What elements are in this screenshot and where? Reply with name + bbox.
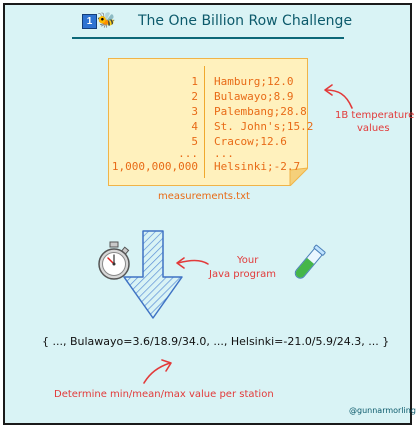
row-value: Helsinki;-2.7 xyxy=(214,160,301,173)
result-output: { ..., Bulawayo=3.6/18.9/34.0, ..., Hels… xyxy=(42,335,390,348)
file-name-label: measurements.txt xyxy=(158,191,250,202)
page-title: The One Billion Row Challenge xyxy=(138,13,353,29)
row-number: 1,000,000,000 xyxy=(111,160,198,173)
author-credit: @gunnarmorling xyxy=(349,406,416,415)
annotation-arrow-icon xyxy=(324,84,353,109)
bee-icon: 🐝 xyxy=(97,11,116,29)
down-arrow-icon xyxy=(123,230,183,319)
row-value: ... xyxy=(214,147,234,160)
row-value: St. John's;15.2 xyxy=(214,120,314,133)
determine-arrow-icon xyxy=(143,359,172,384)
row-number: 3 xyxy=(191,105,198,118)
row-number: 4 xyxy=(191,120,198,133)
title-underline xyxy=(72,37,344,39)
row-number: 2 xyxy=(191,90,198,103)
temperature-annotation-line2: values xyxy=(357,123,390,134)
row-value: Palembang;28.8 xyxy=(214,105,307,118)
row-number: 1 xyxy=(191,75,198,88)
program-arrow-icon xyxy=(176,257,209,269)
program-annotation-line1: Your xyxy=(237,255,259,266)
row-number: ... xyxy=(178,147,198,160)
determine-annotation: Determine min/mean/max value per station xyxy=(54,389,274,400)
row-value: Hamburg;12.0 xyxy=(214,75,294,88)
number-one-icon: 1 xyxy=(82,14,97,29)
test-tube-icon xyxy=(294,244,326,279)
program-annotation-line2: Java program xyxy=(209,269,276,280)
row-value: Bulawayo;8.9 xyxy=(214,90,294,103)
